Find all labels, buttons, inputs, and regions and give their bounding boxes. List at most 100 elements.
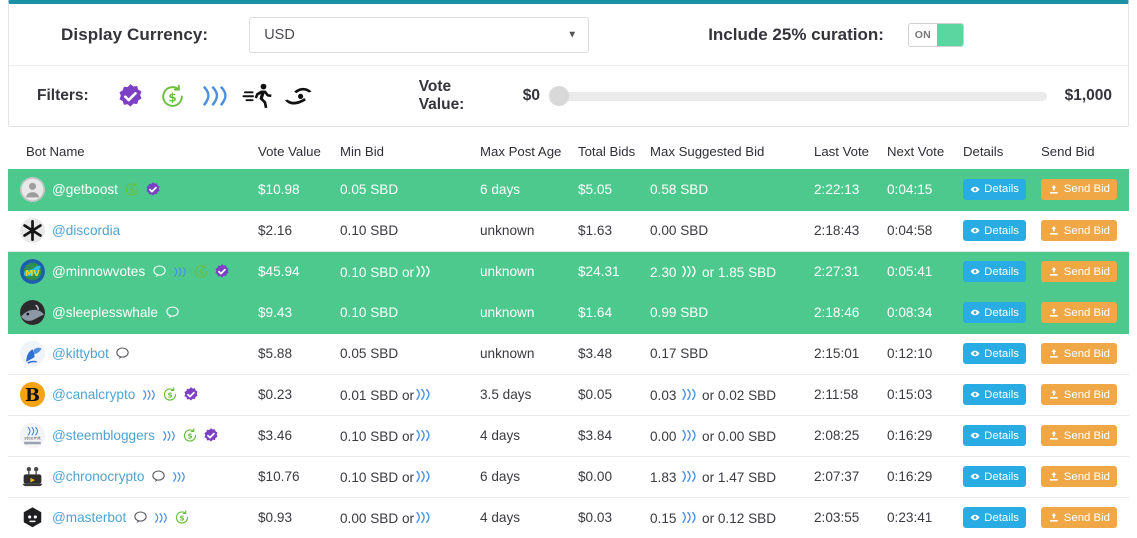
- cell-bot-name[interactable]: @chronocrypto: [8, 456, 258, 498]
- steembloggers-avatar: steemit: [20, 423, 45, 448]
- asterisk-avatar: [20, 218, 45, 243]
- cell-max-post-age: unknown: [480, 333, 578, 375]
- table-row[interactable]: @getboost $ $10.98 0.05 SBD 6 days $5.05 0.58 …: [8, 169, 1129, 211]
- cell-max-suggested-bid: 0.17 SBD: [650, 333, 814, 375]
- bot-handle-link[interactable]: @discordia: [52, 223, 120, 238]
- eye-icon: [970, 391, 980, 398]
- running-person-icon[interactable]: [242, 81, 272, 111]
- details-button[interactable]: Details: [963, 220, 1026, 241]
- steem-logo-icon: [682, 388, 696, 400]
- verified-badge-icon[interactable]: [116, 81, 146, 111]
- header-min-bid[interactable]: Min Bid: [340, 136, 480, 169]
- cell-bot-name[interactable]: @discordia: [8, 210, 258, 252]
- refund-dollar-icon: $: [182, 428, 198, 444]
- details-button[interactable]: Details: [963, 178, 1026, 200]
- details-button[interactable]: Details: [963, 466, 1026, 487]
- cell-total-bids: $0.03: [578, 497, 650, 538]
- cell-bot-name[interactable]: @masterbot $: [8, 497, 258, 538]
- bot-handle-link[interactable]: @getboost: [52, 182, 118, 197]
- filters-label: Filters:: [37, 87, 89, 104]
- vote-value-slider[interactable]: [548, 86, 1047, 106]
- cell-next-vote: 0:12:10: [887, 333, 963, 375]
- table-row[interactable]: @sleeplesswhale $9.43 0.10 SBD unknown $1.64…: [8, 292, 1129, 334]
- table-row[interactable]: @masterbot $ $0.93 0.00 SBD or 4 days $0.03 0.…: [8, 497, 1129, 538]
- send-bid-button[interactable]: Send Bid: [1041, 178, 1117, 200]
- header-max-post-age[interactable]: Max Post Age: [480, 136, 578, 169]
- bot-handle-link[interactable]: @sleeplesswhale: [52, 305, 158, 320]
- table-row[interactable]: B @canalcrypto $ $0.23 0.01 SBD or 3.5 days $0…: [8, 374, 1129, 416]
- details-button[interactable]: Details: [963, 343, 1026, 364]
- header-vote-value[interactable]: Vote Value: [258, 136, 340, 169]
- details-button[interactable]: Details: [963, 302, 1026, 323]
- table-row[interactable]: @chronocrypto $10.76 0.10 SBD or 6 days $0.0…: [8, 456, 1129, 498]
- steem-logo-icon[interactable]: [200, 81, 230, 111]
- details-button-label: Details: [984, 183, 1019, 196]
- controls-panel: Display Currency: USD ▼ Include 25% cura…: [8, 0, 1129, 127]
- header-max-suggested-bid[interactable]: Max Suggested Bid: [650, 136, 814, 169]
- cell-bot-name[interactable]: @kittybot: [8, 333, 258, 375]
- send-bid-button[interactable]: Send Bid: [1041, 507, 1117, 528]
- cell-bot-name[interactable]: steemit @steembloggers $: [8, 415, 258, 457]
- cell-details: Details: [963, 374, 1041, 416]
- bot-handle-link[interactable]: @minnowvotes: [52, 264, 145, 279]
- cell-bot-name[interactable]: @sleeplesswhale: [8, 292, 258, 334]
- upload-icon: [1049, 431, 1058, 440]
- vote-value-min: $0: [522, 87, 540, 104]
- vote-value-slider-handle[interactable]: [548, 86, 569, 106]
- details-button-label: Details: [984, 306, 1019, 319]
- cell-next-vote: 0:08:34: [887, 292, 963, 334]
- bot-handle-link[interactable]: @kittybot: [52, 346, 109, 361]
- cell-min-bid: 0.01 SBD or: [340, 374, 480, 416]
- send-bid-button[interactable]: Send Bid: [1041, 384, 1117, 405]
- cell-next-vote: 0:05:41: [887, 251, 963, 293]
- send-bid-button-label: Send Bid: [1063, 265, 1110, 278]
- send-bid-button[interactable]: Send Bid: [1041, 343, 1117, 364]
- steem-logo-icon: [172, 264, 188, 280]
- table-row[interactable]: MV @minnowvotes $ $45.94 0.10 SBD or unknown $…: [8, 251, 1129, 293]
- send-bid-button-label: Send Bid: [1063, 306, 1110, 319]
- cell-bot-name[interactable]: @getboost $: [8, 169, 258, 211]
- details-button[interactable]: Details: [963, 261, 1026, 282]
- cell-max-suggested-bid: 0.58 SBD: [650, 169, 814, 211]
- header-bot-name[interactable]: Bot Name: [8, 136, 258, 169]
- display-currency-select[interactable]: USD ▼: [249, 16, 590, 53]
- table-row[interactable]: steemit @steembloggers $ $3.46 0.10 SBD or 4 …: [8, 415, 1129, 457]
- details-button[interactable]: Details: [963, 425, 1026, 446]
- bid-bot-dashboard: Display Currency: USD ▼ Include 25% cura…: [0, 0, 1137, 538]
- send-bid-button[interactable]: Send Bid: [1041, 425, 1117, 446]
- bot-handle-link[interactable]: @canalcrypto: [52, 387, 135, 402]
- include-curation-toggle[interactable]: ON: [907, 22, 964, 47]
- bot-badge-group: $: [141, 387, 199, 403]
- send-bid-button[interactable]: Send Bid: [1041, 302, 1117, 323]
- bot-handle-link[interactable]: @steembloggers: [52, 428, 155, 443]
- verified-badge-icon: [183, 387, 199, 403]
- table-body: @getboost $ $10.98 0.05 SBD 6 days $5.05 0.58 …: [8, 169, 1129, 538]
- cell-bot-name[interactable]: MV @minnowvotes $: [8, 251, 258, 293]
- cell-details: Details: [963, 333, 1041, 375]
- send-bid-button[interactable]: Send Bid: [1041, 261, 1117, 282]
- table-row[interactable]: @kittybot $5.88 0.05 SBD unknown $3.48 0.17 S…: [8, 333, 1129, 375]
- cell-total-bids: $3.84: [578, 415, 650, 457]
- display-currency-value: USD: [264, 26, 295, 43]
- cell-total-bids: $1.63: [578, 210, 650, 252]
- details-button[interactable]: Details: [963, 507, 1026, 528]
- cell-bot-name[interactable]: B @canalcrypto $: [8, 374, 258, 416]
- comment-icon: [164, 305, 180, 321]
- send-bid-button-label: Send Bid: [1063, 388, 1110, 401]
- comment-icon: [150, 469, 166, 485]
- table-row[interactable]: @discordia $2.16 0.10 SBD unknown $1.63 0.00 …: [8, 210, 1129, 252]
- header-last-vote[interactable]: Last Vote: [814, 136, 887, 169]
- refund-dollar-icon[interactable]: $: [158, 81, 188, 111]
- header-total-bids[interactable]: Total Bids: [578, 136, 650, 169]
- verified-badge-icon: [203, 428, 219, 444]
- send-bid-button[interactable]: Send Bid: [1041, 220, 1117, 241]
- upload-icon: [1049, 472, 1058, 481]
- send-bid-button[interactable]: Send Bid: [1041, 466, 1117, 487]
- bot-handle-link[interactable]: @chronocrypto: [52, 469, 144, 484]
- hand-coin-icon[interactable]: [284, 81, 314, 111]
- cell-send-bid: Send Bid: [1041, 333, 1129, 375]
- steem-logo-icon: [416, 388, 430, 400]
- details-button[interactable]: Details: [963, 384, 1026, 405]
- bot-handle-link[interactable]: @masterbot: [52, 510, 126, 525]
- header-next-vote[interactable]: Next Vote: [887, 136, 963, 169]
